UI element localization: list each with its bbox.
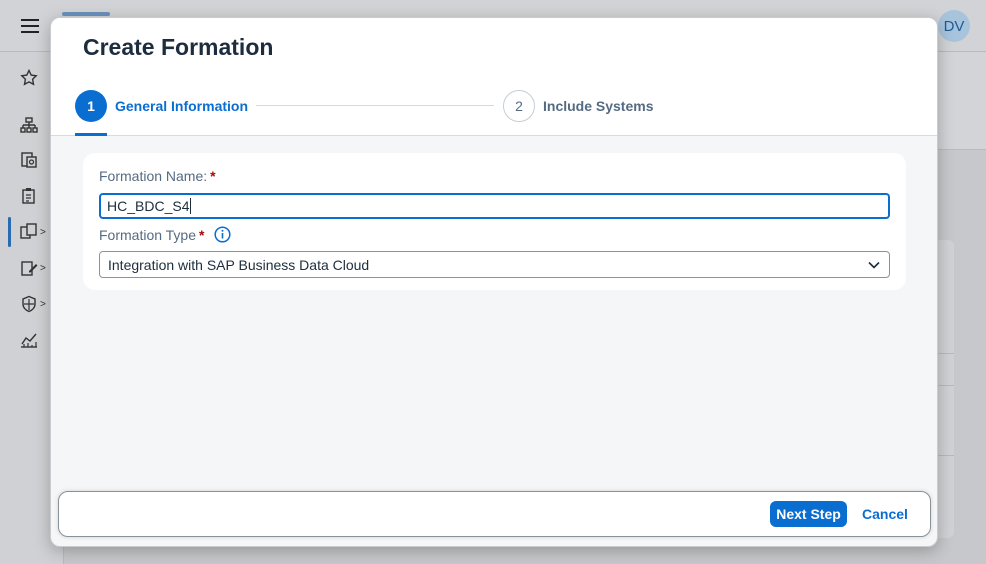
create-formation-dialog: Create Formation 1 General Information 2… [50, 17, 938, 547]
dialog-header: Create Formation 1 General Information 2… [51, 18, 937, 136]
step-connector [256, 105, 494, 106]
star-icon[interactable] [20, 66, 48, 90]
avatar[interactable]: DV [938, 10, 970, 42]
background-panel [930, 52, 986, 150]
step-label: General Information [115, 98, 249, 114]
shell-logo [62, 12, 110, 16]
step-number: 1 [75, 90, 107, 122]
label-text: Formation Type [99, 226, 197, 243]
shield-icon[interactable]: > [20, 292, 48, 316]
text-caret [190, 198, 192, 214]
selected-value: Integration with SAP Business Data Cloud [108, 256, 370, 273]
next-step-button[interactable]: Next Step [770, 501, 847, 527]
dialog-title: Create Formation [83, 34, 274, 60]
form-card: Formation Name: * HC_BDC_S4 Formation Typ… [83, 153, 906, 290]
analytics-icon[interactable] [20, 328, 48, 352]
required-marker: * [210, 168, 216, 184]
clipboard-icon[interactable] [20, 184, 48, 208]
step-label: Include Systems [543, 98, 654, 114]
formation-type-label: Formation Type * [99, 226, 232, 243]
dialog-footer: Next Step Cancel [58, 491, 931, 537]
formation-name-input[interactable]: HC_BDC_S4 [99, 193, 890, 219]
chevron-down-icon[interactable] [867, 257, 881, 273]
formation-type-select[interactable]: Integration with SAP Business Data Cloud [99, 251, 890, 278]
formation-name-label: Formation Name: * [99, 168, 216, 184]
hierarchy-icon[interactable] [20, 114, 48, 138]
connected-systems-icon[interactable]: > [8, 217, 48, 247]
required-marker: * [199, 226, 205, 243]
cancel-button[interactable]: Cancel [857, 501, 913, 527]
info-icon[interactable] [214, 226, 232, 243]
edit-document-icon[interactable]: > [20, 256, 48, 280]
step-number: 2 [503, 90, 535, 122]
active-step-indicator [75, 133, 107, 136]
wizard-step-general-information[interactable]: 1 General Information [75, 90, 248, 122]
hamburger-menu-icon[interactable] [18, 16, 42, 36]
wizard-step-include-systems[interactable]: 2 Include Systems [503, 90, 654, 122]
label-text: Formation Name: [99, 168, 208, 184]
documents-icon[interactable] [20, 148, 48, 172]
input-value: HC_BDC_S4 [107, 198, 190, 214]
